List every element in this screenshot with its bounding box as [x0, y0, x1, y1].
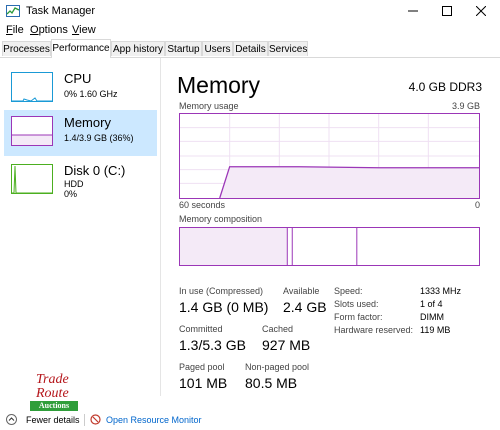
tab-performance[interactable]: Performance — [51, 39, 111, 58]
sidebar-item-memory[interactable]: Memory 1.4/3.9 GB (36%) — [4, 110, 157, 156]
slots-used-value: 1 of 4 — [420, 299, 443, 309]
tab-bar: Processes Performance App history Startu… — [0, 39, 500, 58]
logo-line-2: Route — [36, 386, 69, 401]
committed-value: 1.3/5.3 GB — [179, 337, 246, 353]
title-bar: Task Manager — [0, 0, 500, 23]
memory-usage-label: Memory usage — [179, 101, 239, 111]
tab-users[interactable]: Users — [202, 41, 233, 56]
trade-route-auctions-logo: Trade Route Auctions — [30, 372, 90, 414]
in-use-value: 1.4 GB (0 MB) — [179, 299, 269, 315]
memory-label: Memory — [64, 115, 111, 130]
in-use-label: In use (Compressed) — [179, 286, 264, 296]
menu-options[interactable]: Options — [30, 24, 68, 36]
composition-label: Memory composition — [179, 214, 263, 224]
memory-composition-bar — [179, 227, 480, 266]
speed-label: Speed: — [334, 286, 363, 296]
paged-pool-value: 101 MB — [179, 375, 228, 391]
disk-usage: 0% — [64, 189, 78, 199]
memory-details-panel: Memory 4.0 GB DDR3 Memory usage 3.9 GB 6… — [162, 58, 500, 396]
hardware-reserved-label: Hardware reserved: — [334, 325, 414, 335]
minimize-icon — [408, 10, 418, 12]
memory-spec: 4.0 GB DDR3 — [408, 80, 482, 94]
committed-label: Committed — [179, 324, 223, 334]
footer: Fewer details Open Resource Monitor — [0, 412, 500, 430]
slots-used-label: Slots used: — [334, 299, 379, 309]
cached-label: Cached — [262, 324, 294, 334]
memory-max-label: 3.9 GB — [451, 101, 480, 111]
sidebar-item-cpu[interactable]: CPU 0% 1.60 GHz — [4, 66, 157, 112]
non-paged-pool-value: 80.5 MB — [245, 375, 298, 391]
paged-pool-label: Paged pool — [179, 362, 225, 372]
graph-time-label: 60 seconds — [179, 200, 226, 210]
hardware-reserved-value: 119 MB — [420, 325, 451, 335]
menu-view[interactable]: View — [72, 24, 96, 36]
fewer-details-button[interactable]: Fewer details — [26, 415, 80, 425]
open-resource-monitor-link[interactable]: Open Resource Monitor — [106, 415, 202, 425]
disk-type: HDD — [64, 179, 84, 189]
non-paged-pool-label: Non-paged pool — [245, 362, 310, 372]
cpu-label: CPU — [64, 71, 92, 86]
tab-startup[interactable]: Startup — [165, 41, 202, 56]
disk-label: Disk 0 (C:) — [64, 163, 126, 178]
logo-line-3: Auctions — [30, 401, 78, 411]
graph-min-label: 0 — [474, 200, 480, 210]
window-title: Task Manager — [26, 5, 96, 17]
available-label: Available — [283, 286, 320, 296]
memory-mini-graph — [11, 116, 53, 146]
tab-app-history[interactable]: App history — [111, 41, 165, 56]
page-title: Memory — [177, 72, 261, 98]
tab-details[interactable]: Details — [233, 41, 268, 56]
resource-monitor-icon — [90, 414, 101, 425]
speed-value: 1333 MHz — [420, 286, 462, 296]
footer-divider — [84, 414, 85, 426]
cpu-mini-graph — [11, 72, 53, 102]
minimize-button[interactable] — [396, 0, 430, 23]
resource-list: CPU 0% 1.60 GHz Memory 1.4/3.9 GB (36%) … — [0, 58, 161, 396]
close-icon — [476, 6, 486, 16]
close-button[interactable] — [464, 0, 498, 23]
cpu-usage: 0% 1.60 GHz — [64, 89, 118, 99]
chevron-up-icon[interactable] — [6, 414, 17, 425]
tab-services[interactable]: Services — [268, 41, 308, 56]
disk-mini-graph — [11, 164, 53, 194]
task-manager-icon — [6, 5, 20, 17]
sidebar-item-disk[interactable]: Disk 0 (C:) HDD 0% — [4, 158, 157, 208]
menu-file[interactable]: File — [6, 24, 24, 36]
available-value: 2.4 GB — [283, 299, 327, 315]
form-factor-value: DIMM — [420, 312, 444, 322]
cached-value: 927 MB — [262, 337, 311, 353]
form-factor-label: Form factor: — [334, 312, 383, 322]
memory-usage: 1.4/3.9 GB (36%) — [64, 133, 134, 143]
memory-usage-graph — [179, 113, 480, 199]
tab-processes[interactable]: Processes — [2, 41, 51, 56]
maximize-icon — [442, 6, 452, 16]
maximize-button[interactable] — [430, 0, 464, 23]
